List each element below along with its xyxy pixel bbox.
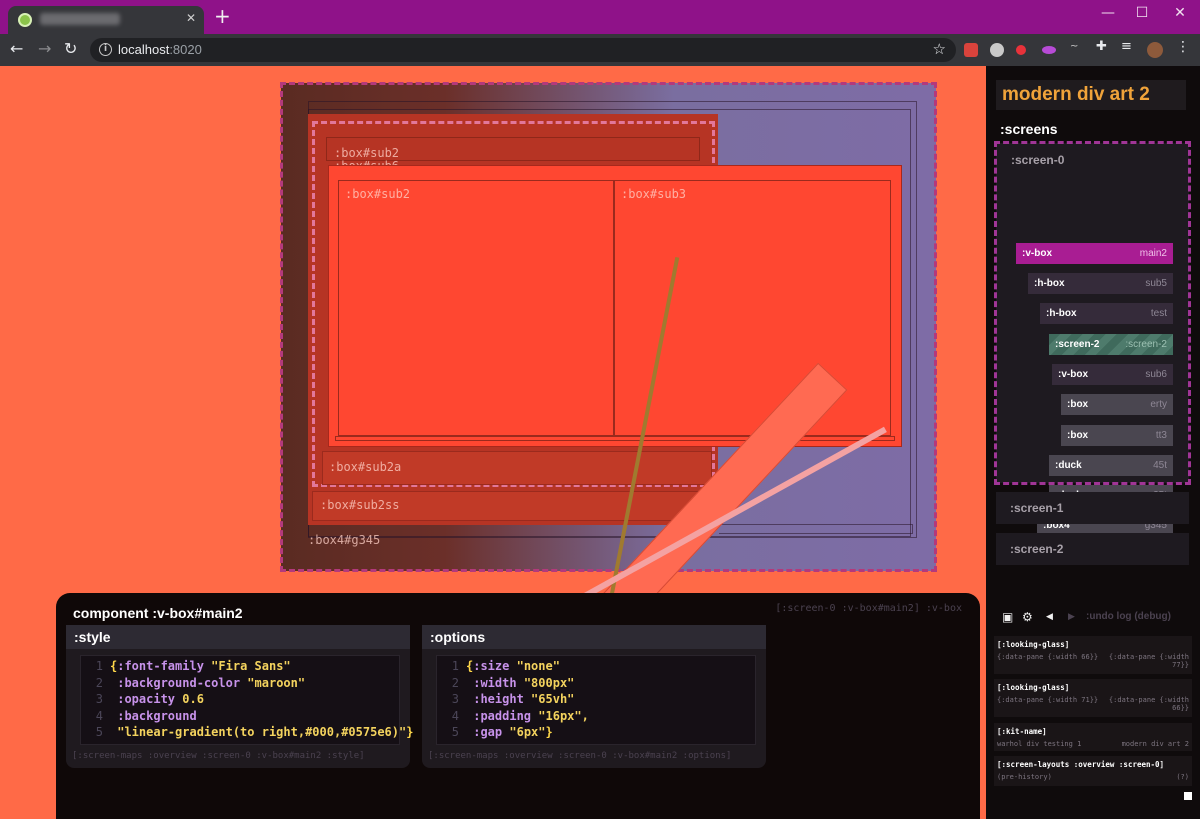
kebab-menu-icon[interactable]: ⋮ — [1176, 39, 1190, 55]
chevron-left-icon[interactable]: ◀ — [1046, 609, 1053, 625]
screen-0-panel[interactable]: :screen-0 :v-box main2 :h-box sub5 :h-box t… — [994, 141, 1191, 536]
code-line: 1 {:font-family "Fira Sans" — [95, 659, 291, 673]
label-sub2a: :box#sub2a — [329, 460, 402, 474]
app-title[interactable]: modern div art 2 — [996, 80, 1186, 110]
screen-1-item[interactable]: :screen-1 — [996, 492, 1189, 524]
style-code-editor[interactable]: 1 {:font-family "Fira Sans" 2 :background… — [80, 655, 414, 745]
log-entry-after: modern div art 2 — [1121, 740, 1189, 748]
sidebar: modern div art 2 :screens :screen-0 :v-b… — [986, 66, 1200, 819]
media-icon[interactable]: ≡ — [1121, 39, 1135, 54]
screen-0-label: :screen-0 — [1011, 153, 1065, 167]
log-entry-title: [:looking-glass] — [997, 683, 1070, 692]
label-sub2: :box#sub2 — [345, 187, 411, 201]
code-line: 4 :background — [95, 708, 197, 723]
save-icon[interactable]: ▣ — [1002, 609, 1013, 625]
favicon-icon — [18, 13, 32, 27]
extension-icon-5[interactable]: ~ — [1070, 41, 1084, 55]
box4-g345-outline — [719, 524, 913, 534]
address-bar[interactable]: i localhost:8020 ☆ — [90, 38, 956, 62]
bookmark-star-icon[interactable]: ☆ — [933, 40, 946, 58]
browser-toolbar: ← → ↻ i localhost:8020 ☆ ~ ✚ ≡ ⋮ — [0, 34, 1200, 66]
tree-node-sub5[interactable]: :h-box sub5 — [1028, 273, 1173, 294]
undo-log-label: :undo log (debug) — [1086, 611, 1171, 622]
options-pane: :options 1 {:size "none" 2 :width "800px"… — [422, 625, 766, 768]
log-entry-before: {:data-pane {:width 71}} — [997, 696, 1099, 704]
maximize-button[interactable]: ☐ — [1122, 4, 1162, 22]
box-sub3[interactable] — [614, 180, 891, 436]
tree-node-main2[interactable]: :v-box main2 — [1016, 243, 1173, 264]
log-entry-before: {:data-pane {:width 66}} — [997, 653, 1099, 661]
code-line: 4 :padding "16px", — [451, 708, 589, 723]
inner-rule-1 — [335, 436, 895, 441]
undo-log-entry[interactable]: [:looking-glass] {:data-pane {:width 71}… — [994, 679, 1192, 717]
code-line: 3 :height "65vh" — [451, 692, 575, 706]
style-pane: :style 1 {:font-family "Fira Sans" 2 :bac… — [66, 625, 414, 768]
info-icon[interactable]: i — [99, 43, 112, 56]
component-panel: component :v-box#main2 [:screen-0 :v-box… — [56, 593, 980, 819]
code-line: 5 "linear-gradient(to right,#000,#0575e6… — [95, 725, 414, 739]
extension-icon-4[interactable] — [1042, 46, 1056, 54]
label-sub2-top: :box#sub2 — [334, 146, 400, 160]
box-sub2ss[interactable]: :box#sub2ss — [312, 491, 716, 521]
resize-handle[interactable] — [1184, 792, 1192, 800]
v-box-main2[interactable]: :box#sub2 :box#sub6 :box#sub2 :box#sub3 … — [280, 82, 937, 572]
extension-icon-3[interactable] — [1016, 45, 1026, 55]
viewport: :box#sub2 :box#sub6 :box#sub2 :box#sub3 … — [0, 66, 1200, 819]
options-code-editor[interactable]: 1 {:size "none" 2 :width "800px" 3 :heigh… — [436, 655, 756, 745]
tree-node-45t[interactable]: :duck 45t — [1049, 455, 1173, 476]
extension-icon-1[interactable] — [964, 43, 978, 57]
tree-node-screen-2[interactable]: :screen-2:screen-2 — [1049, 334, 1173, 355]
code-line: 3 :opacity 0.6 — [95, 692, 204, 706]
box-sub2a[interactable]: :box#sub2a — [322, 451, 712, 485]
code-line: 2 :width "800px" — [451, 675, 575, 690]
undo-toolbar: ▣ ⚙ ◀ ▶ :undo log (debug) — [1000, 609, 1190, 627]
back-arrow-icon[interactable]: ← — [10, 40, 23, 58]
puzzle-icon[interactable]: ✚ — [1096, 39, 1110, 54]
forward-arrow-icon[interactable]: → — [38, 40, 51, 58]
tree-node-sub6[interactable]: :v-box sub6 — [1052, 364, 1173, 385]
tab-title-blurred — [40, 13, 120, 25]
browser-tab[interactable]: ✕ — [8, 6, 204, 34]
options-path: [:screen-maps :overview :screen-0 :v-box… — [428, 751, 732, 761]
log-entry-after: (?) — [1176, 773, 1189, 781]
gear-icon[interactable]: ⚙ — [1022, 609, 1033, 625]
code-line: 1 {:size "none" — [451, 659, 560, 673]
screens-heading: :screens — [1000, 121, 1058, 137]
options-pane-header: :options — [422, 625, 766, 649]
style-pane-header: :style — [66, 625, 410, 649]
log-entry-after: {:data-pane {:width 66}} — [1108, 696, 1189, 712]
log-entry-title: [:looking-glass] — [997, 640, 1070, 649]
log-entry-after: {:data-pane {:width 77}} — [1108, 653, 1189, 669]
box-sub2[interactable] — [338, 180, 614, 436]
tree-node-tt3[interactable]: :box tt3 — [1061, 425, 1173, 446]
tab-close-icon[interactable]: ✕ — [186, 11, 196, 25]
screen-2-item[interactable]: :screen-2 — [996, 533, 1189, 565]
component-title: component :v-box#main2 — [73, 605, 243, 621]
chevron-right-icon[interactable]: ▶ — [1068, 609, 1075, 625]
undo-log-entry[interactable]: [:screen-layouts :overview :screen-0] (p… — [994, 756, 1192, 786]
extension-icon-2[interactable] — [990, 43, 1004, 57]
url-text: localhost:8020 — [118, 42, 202, 57]
undo-log-entry[interactable]: [:looking-glass] {:data-pane {:width 66}… — [994, 636, 1192, 674]
profile-avatar[interactable] — [1147, 42, 1163, 58]
code-line: 5 :gap "6px"} — [451, 725, 553, 739]
tree-node-erty[interactable]: :box erty — [1061, 394, 1173, 415]
code-line: 2 :background-color "maroon" — [95, 675, 306, 690]
log-entry-title: [:kit-name] — [997, 727, 1047, 736]
log-entry-before: (pre-history) — [997, 773, 1052, 781]
component-breadcrumb: [:screen-0 :v-box#main2] :v-box — [775, 603, 962, 614]
label-g345: :box4#g345 — [308, 533, 381, 547]
new-tab-button[interactable]: + — [214, 6, 231, 26]
close-window-button[interactable]: ✕ — [1160, 4, 1200, 22]
undo-log-entry[interactable]: [:kit-name] warhol div testing 1 modern d… — [994, 723, 1192, 751]
tree-node-test[interactable]: :h-box test — [1040, 303, 1173, 324]
log-entry-title: [:screen-layouts :overview :screen-0] — [997, 760, 1165, 769]
label-sub3: :box#sub3 — [621, 187, 687, 201]
label-sub2ss: :box#sub2ss — [320, 498, 400, 512]
reload-icon[interactable]: ↻ — [64, 40, 77, 58]
style-path: [:screen-maps :overview :screen-0 :v-box… — [72, 751, 365, 761]
log-entry-before: warhol div testing 1 — [997, 740, 1082, 748]
browser-titlebar: ✕ + — ☐ ✕ — [0, 0, 1200, 34]
